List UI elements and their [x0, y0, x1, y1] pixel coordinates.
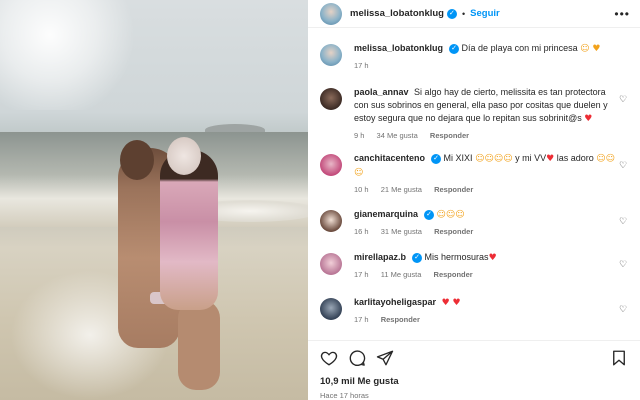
- caption-emojis: ☺ ♥: [580, 44, 601, 54]
- caption: melissa_lobatonklug ✓ Día de playa con mi…: [320, 42, 632, 72]
- avatar[interactable]: [320, 2, 342, 25]
- post-photo[interactable]: [0, 0, 308, 400]
- comment-text: Mi XIXI: [443, 153, 473, 163]
- comment-emojis: ♥: [584, 114, 593, 124]
- post-panel: melissa_lobatonklug ✓ • Seguir ••• melis…: [308, 0, 640, 400]
- heart-icon[interactable]: ♡: [618, 259, 628, 269]
- avatar[interactable]: [320, 210, 342, 232]
- comment-text-3: las adoro: [556, 153, 594, 163]
- child-legs: [178, 300, 220, 390]
- post-username[interactable]: melissa_lobatonklug: [350, 8, 444, 19]
- comment-text: Mis hermosuras: [424, 252, 489, 262]
- comment-emojis-2: ♥: [546, 154, 555, 164]
- actions-bar: 10,9 mil Me gusta Hace 17 horas: [308, 340, 640, 400]
- reply-button[interactable]: Responder: [430, 131, 469, 140]
- sun-glare: [0, 0, 140, 110]
- comment-time: 17 h: [354, 315, 369, 324]
- comment-item: mirellapaz.b ✓ Mis hermosuras♥ 17 h 11 Me…: [320, 251, 632, 281]
- comment-likes[interactable]: 31 Me gusta: [381, 227, 422, 236]
- post-header: melissa_lobatonklug ✓ • Seguir •••: [308, 0, 640, 28]
- heart-icon[interactable]: ♡: [618, 160, 628, 170]
- avatar[interactable]: [320, 88, 342, 110]
- comment-icon[interactable]: [348, 349, 366, 367]
- comment-emojis: ♥ ♥: [441, 298, 461, 308]
- comment-emojis: ☺☺☺☺: [475, 154, 513, 164]
- bookmark-icon[interactable]: [610, 349, 628, 367]
- comment-text-2: y mi VV: [515, 153, 547, 163]
- heart-icon[interactable]: ♡: [618, 216, 628, 226]
- comment-username[interactable]: gianemarquina: [354, 209, 418, 219]
- avatar[interactable]: [320, 44, 342, 66]
- verified-icon: ✓: [446, 8, 457, 19]
- comment-time: 16 h: [354, 227, 369, 236]
- post-time: Hace 17 horas: [320, 391, 369, 400]
- comment-item: gianemarquina ✓ ☺☺☺ 16 h 31 Me gusta Resp…: [320, 208, 632, 238]
- heart-icon[interactable]: [320, 349, 338, 367]
- verified-icon: ✓: [412, 252, 423, 263]
- caption-username[interactable]: melissa_lobatonklug: [354, 43, 443, 53]
- more-icon[interactable]: •••: [614, 7, 630, 21]
- comment-username[interactable]: paola_annav: [354, 87, 409, 97]
- blurred-face: [167, 137, 201, 175]
- avatar[interactable]: [320, 253, 342, 275]
- reply-button[interactable]: Responder: [434, 227, 473, 236]
- share-icon[interactable]: [376, 349, 394, 367]
- reply-button[interactable]: Responder: [434, 185, 473, 194]
- comment-username[interactable]: karlitayoheligaspar: [354, 297, 436, 307]
- comment-likes[interactable]: 21 Me gusta: [381, 185, 422, 194]
- caption-text: Día de playa con mi princesa: [461, 43, 578, 53]
- comment-username[interactable]: mirellapaz.b: [354, 252, 406, 262]
- follow-button[interactable]: Seguir: [470, 8, 500, 19]
- heart-icon[interactable]: ♡: [618, 94, 628, 104]
- comment-time: 9 h: [354, 131, 365, 140]
- comment-time: 10 h: [354, 185, 369, 194]
- comment-item: paola_annav Si algo hay de cierto, melis…: [320, 86, 632, 142]
- comment-item: karlitayoheligaspar ♥ ♥ 17 h Responder ♡: [320, 296, 632, 326]
- heart-icon[interactable]: ♡: [618, 304, 628, 314]
- comment-item: canchitacenteno ✓ Mi XIXI ☺☺☺☺ y mi VV♥ l…: [320, 152, 632, 196]
- comment-time: 17 h: [354, 270, 369, 279]
- caption-time: 17 h: [354, 61, 369, 70]
- avatar[interactable]: [320, 154, 342, 176]
- reply-button[interactable]: Responder: [434, 270, 473, 279]
- comment-emojis: ☺☺☺: [436, 210, 465, 220]
- comment-emojis: ♥: [488, 253, 497, 263]
- comment-username[interactable]: canchitacenteno: [354, 153, 425, 163]
- comment-likes[interactable]: 11 Me gusta: [381, 270, 422, 279]
- separator-dot: •: [461, 8, 466, 19]
- verified-icon: ✓: [424, 209, 435, 220]
- woman-head: [120, 140, 154, 180]
- comment-likes[interactable]: 34 Me gusta: [377, 131, 418, 140]
- verified-icon: ✓: [431, 153, 442, 164]
- reply-button[interactable]: Responder: [381, 315, 420, 324]
- avatar[interactable]: [320, 298, 342, 320]
- likes-count[interactable]: 10,9 mil Me gusta: [320, 376, 399, 387]
- verified-icon: ✓: [449, 43, 460, 54]
